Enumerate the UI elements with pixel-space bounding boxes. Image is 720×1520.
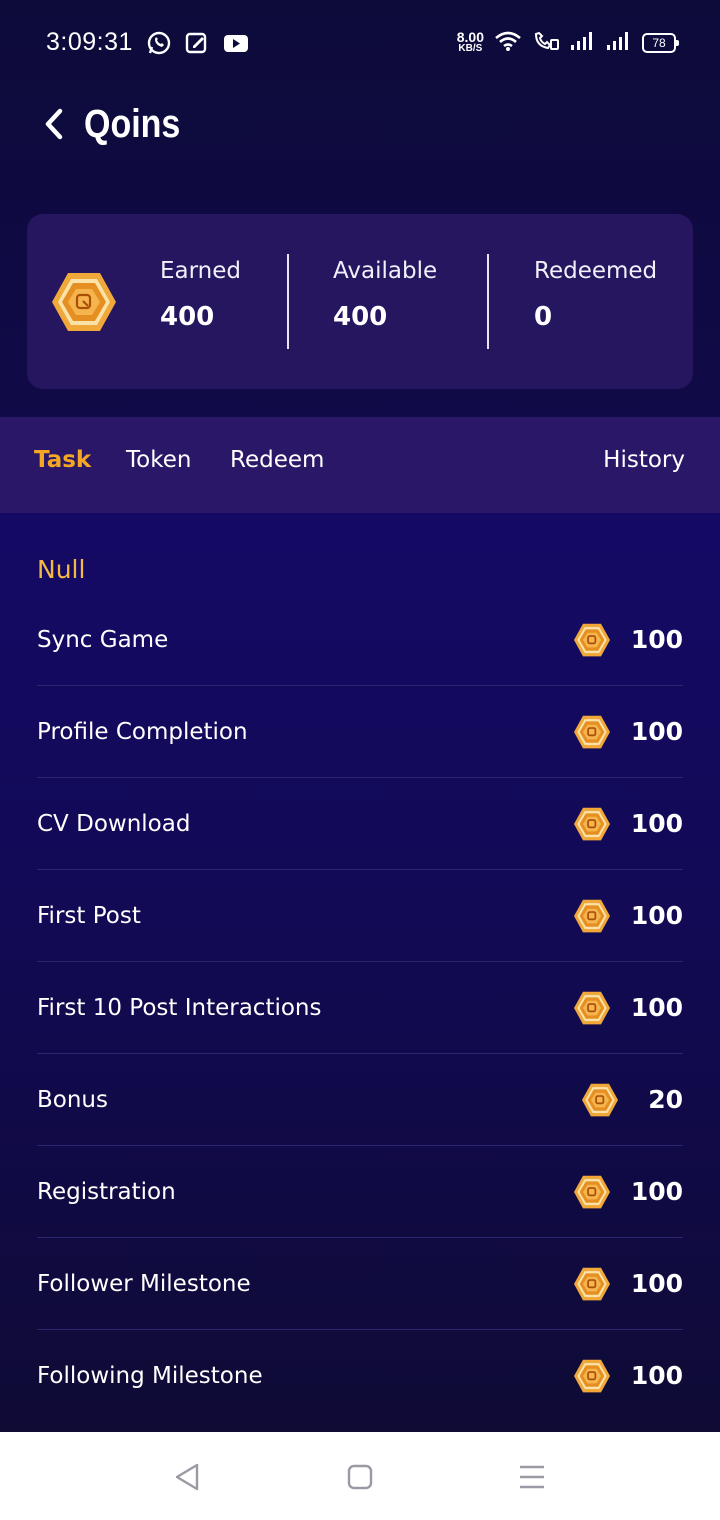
task-row[interactable]: Bonus 20 (37, 1054, 683, 1146)
task-amount: 20 (648, 1085, 683, 1114)
nav-back-button[interactable] (172, 1462, 202, 1496)
task-label: First Post (37, 902, 141, 929)
network-speed: 8.00 KB/S (456, 29, 484, 54)
task-amount: 100 (630, 625, 683, 654)
qoin-coin-icon (573, 899, 610, 932)
tab-redeem[interactable]: Redeem (230, 447, 324, 473)
task-amount: 100 (630, 809, 683, 838)
qoin-coin-icon (573, 623, 610, 656)
page-title: Qoins (84, 101, 181, 146)
task-amount: 100 (630, 993, 683, 1022)
task-amount: 100 (630, 717, 683, 746)
nav-home-button[interactable] (346, 1462, 374, 1496)
task-row[interactable]: Profile Completion 100 (37, 686, 683, 778)
qoin-coin-icon (52, 273, 116, 331)
qoin-coin-icon (573, 1175, 610, 1208)
menu-lines-icon (520, 1465, 544, 1489)
task-label: Bonus (37, 1086, 108, 1113)
task-reward: 100 (573, 622, 683, 658)
task-list: Sync Game 100 Profile Completion 100 CV … (37, 594, 683, 1421)
redeemed-stat: Redeemed 0 (534, 258, 657, 332)
task-reward: 100 (573, 1266, 683, 1302)
earned-value: 400 (160, 302, 215, 332)
task-row[interactable]: Registration 100 (37, 1146, 683, 1238)
qoin-coin-icon (573, 1267, 610, 1300)
task-label: Following Milestone (37, 1362, 263, 1389)
task-reward: 100 (573, 898, 683, 934)
back-button[interactable] (40, 96, 76, 152)
qoin-coin-icon (582, 1083, 618, 1116)
redeemed-value: 0 (534, 302, 553, 332)
task-row[interactable]: First 10 Post Interactions 100 (37, 962, 683, 1054)
task-row[interactable]: Follower Milestone 100 (37, 1238, 683, 1330)
task-row[interactable]: First Post 100 (37, 870, 683, 962)
chevron-left-icon (45, 108, 63, 140)
task-reward: 100 (573, 1358, 683, 1394)
available-value: 400 (333, 302, 388, 332)
signal-icon (570, 31, 596, 55)
signal-icon (606, 31, 632, 55)
task-amount: 100 (630, 1361, 683, 1390)
earned-label: Earned (160, 258, 242, 284)
task-label: Sync Game (37, 626, 169, 653)
status-time: 3:09:31 (46, 28, 133, 56)
task-reward: 100 (573, 714, 683, 750)
redeemed-label: Redeemed (534, 258, 658, 284)
task-amount: 100 (630, 901, 683, 930)
square-home-icon (347, 1464, 373, 1490)
status-bar: 3:09:31 8.00 KB/S 78 (0, 0, 720, 88)
task-amount: 100 (630, 1269, 683, 1298)
battery-indicator: 78 (642, 33, 679, 53)
task-label: Follower Milestone (37, 1270, 251, 1297)
triangle-back-icon (175, 1463, 199, 1491)
app-header: Qoins (40, 96, 197, 152)
stat-divider (487, 254, 489, 349)
task-row[interactable]: Following Milestone 100 (37, 1330, 683, 1421)
qoin-coin-icon (573, 991, 610, 1024)
task-label: First 10 Post Interactions (37, 994, 322, 1021)
system-nav-bar (0, 1432, 720, 1520)
available-label: Available (333, 258, 438, 284)
nav-menu-button[interactable] (518, 1462, 546, 1496)
task-amount: 100 (630, 1177, 683, 1206)
section-title: Null (37, 555, 86, 584)
task-reward: 100 (573, 806, 683, 842)
qoins-summary-card: Earned 400 Available 400 Redeemed 0 (27, 214, 693, 389)
qoin-coin-icon (573, 1359, 610, 1392)
earned-stat: Earned 400 (160, 258, 241, 332)
stat-divider (287, 254, 289, 349)
edit-note-icon (184, 30, 210, 60)
task-reward: 100 (573, 1174, 683, 1210)
qoin-coin-icon (573, 715, 610, 748)
task-reward: 20 (581, 1082, 683, 1118)
task-label: CV Download (37, 810, 191, 837)
qoin-coin-icon (573, 807, 610, 840)
task-reward: 100 (573, 990, 683, 1026)
tab-history[interactable]: History (603, 447, 685, 473)
task-label: Registration (37, 1178, 176, 1205)
tab-bar: Task Token Redeem History (0, 417, 720, 513)
system-status: 8.00 KB/S 78 (456, 29, 679, 56)
available-stat: Available 400 (333, 258, 437, 332)
tab-task[interactable]: Task (34, 447, 91, 473)
task-row[interactable]: CV Download 100 (37, 778, 683, 870)
youtube-icon (222, 30, 250, 60)
wifi-call-icon (532, 30, 560, 56)
tab-token[interactable]: Token (126, 447, 191, 473)
notification-icons (146, 30, 250, 60)
task-row[interactable]: Sync Game 100 (37, 594, 683, 686)
task-label: Profile Completion (37, 718, 248, 745)
whatsapp-icon (146, 30, 172, 60)
wifi-icon (494, 30, 522, 56)
